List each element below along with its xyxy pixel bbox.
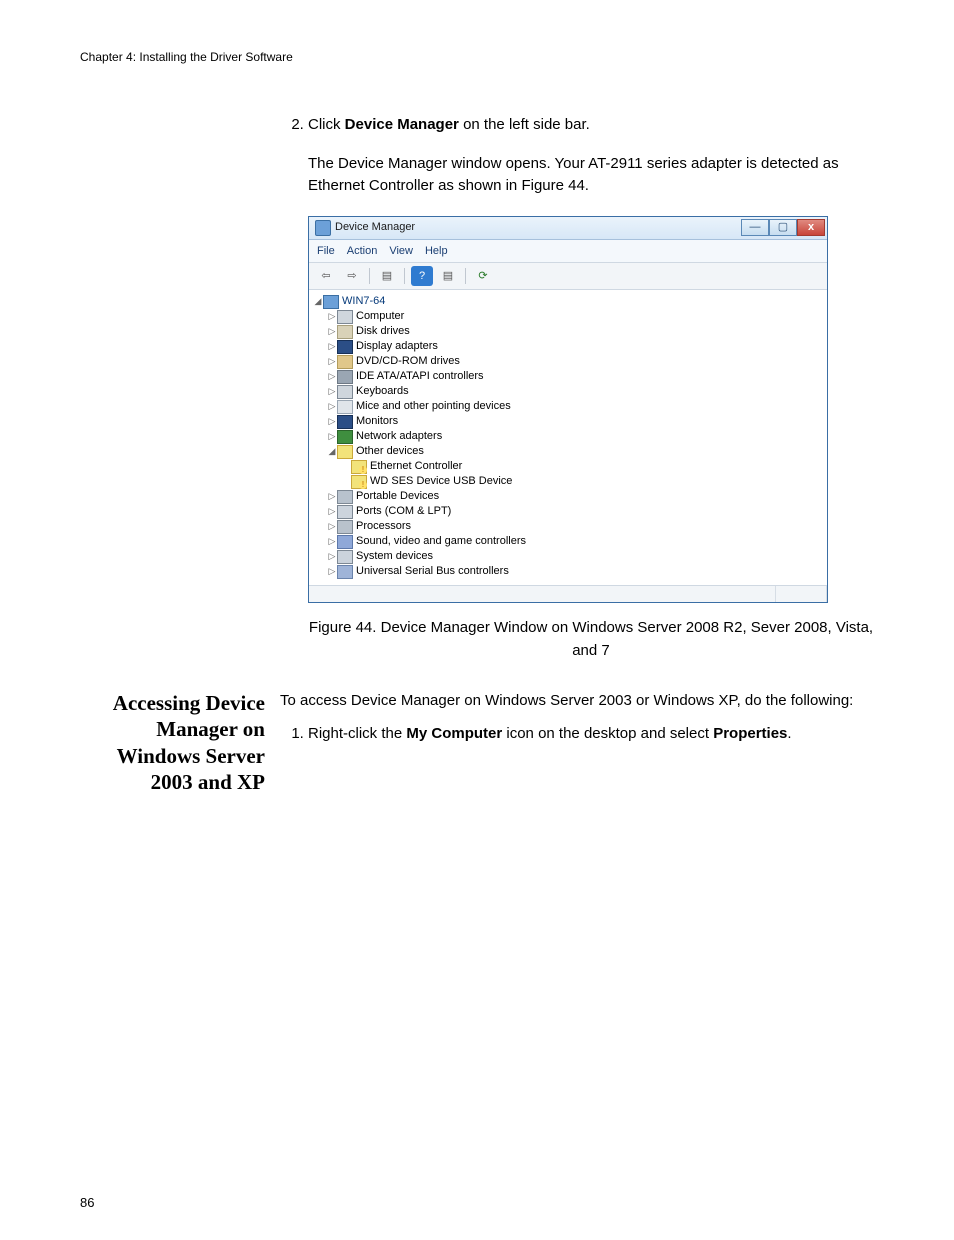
tree-item[interactable]: ▷Ports (COM & LPT) — [313, 504, 823, 519]
device-tree: ◢WIN7-64▷Computer▷Disk drives▷Display ad… — [309, 290, 827, 585]
toolbar-separator — [465, 268, 466, 284]
figure-caption: Figure 44. Device Manager Window on Wind… — [308, 617, 874, 662]
device-icon — [323, 295, 339, 309]
device-icon — [337, 385, 353, 399]
expand-icon[interactable]: ▷ — [327, 355, 337, 369]
expand-icon[interactable]: ▷ — [327, 325, 337, 339]
menu-file[interactable]: File — [317, 243, 335, 260]
device-icon — [337, 310, 353, 324]
tree-item[interactable]: ◢Other devices — [313, 444, 823, 459]
toolbar: ⇦ ⇨ ▤ ? ▤ ⟳ — [309, 263, 827, 290]
view-icon[interactable]: ▤ — [437, 266, 459, 286]
tree-item[interactable]: ▷ Universal Serial Bus controllers — [313, 564, 823, 579]
step2-paragraph: The Device Manager window opens. Your AT… — [308, 153, 874, 198]
expand-icon[interactable]: ▷ — [327, 535, 337, 549]
device-icon — [337, 565, 353, 579]
back-icon[interactable]: ⇦ — [315, 266, 337, 286]
step2-text: Click Device Manager on the left side ba… — [308, 116, 590, 133]
tree-item[interactable]: ▷Disk drives — [313, 324, 823, 339]
tree-item[interactable]: ▷Keyboards — [313, 384, 823, 399]
device-icon — [337, 490, 353, 504]
tree-item[interactable]: Ethernet Controller — [313, 459, 823, 474]
xp-step1-b2: Properties — [713, 725, 787, 742]
minimize-button[interactable]: — — [741, 219, 769, 236]
device-icon — [351, 475, 367, 489]
tree-item[interactable]: ▷Monitors — [313, 414, 823, 429]
device-icon — [337, 505, 353, 519]
close-button[interactable]: x — [797, 219, 825, 236]
expand-icon[interactable]: ▷ — [327, 505, 337, 519]
device-icon — [337, 415, 353, 429]
tree-item[interactable]: ▷Mice and other pointing devices — [313, 399, 823, 414]
menu-view[interactable]: View — [389, 243, 413, 260]
expand-icon[interactable]: ▷ — [327, 520, 337, 534]
tree-item-label: Universal Serial Bus controllers — [356, 563, 509, 580]
expand-icon[interactable]: ▷ — [327, 430, 337, 444]
xp-step1-t2: icon on the desktop and select — [502, 725, 713, 742]
status-bar — [309, 585, 827, 602]
step2-prefix: Click — [308, 116, 345, 133]
expand-icon[interactable]: ▷ — [327, 490, 337, 504]
tree-item[interactable]: ▷Computer — [313, 309, 823, 324]
device-icon — [337, 400, 353, 414]
tree-item[interactable]: ▷Network adapters — [313, 429, 823, 444]
window-icon — [315, 220, 331, 236]
tree-item[interactable]: ▷IDE ATA/ATAPI controllers — [313, 369, 823, 384]
device-icon — [337, 355, 353, 369]
section-intro: To access Device Manager on Windows Serv… — [280, 690, 874, 713]
expand-icon[interactable]: ▷ — [327, 310, 337, 324]
device-icon — [337, 520, 353, 534]
menu-action[interactable]: Action — [347, 243, 378, 260]
device-icon — [337, 445, 353, 459]
device-icon — [337, 325, 353, 339]
tree-item[interactable]: WD SES Device USB Device — [313, 474, 823, 489]
device-icon — [337, 340, 353, 354]
scan-icon[interactable]: ⟳ — [472, 266, 494, 286]
expand-icon[interactable]: ▷ — [327, 400, 337, 414]
device-manager-window: Device Manager — ▢ x File Action View He… — [308, 216, 828, 604]
step2-suffix: on the left side bar. — [459, 116, 590, 133]
tree-item[interactable]: ▷DVD/CD-ROM drives — [313, 354, 823, 369]
maximize-button[interactable]: ▢ — [769, 219, 797, 236]
expand-icon[interactable]: ▷ — [327, 340, 337, 354]
help-icon[interactable]: ? — [411, 266, 433, 286]
page-number: 86 — [80, 1195, 94, 1210]
window-titlebar[interactable]: Device Manager — ▢ x — [309, 217, 827, 240]
expand-icon[interactable]: ▷ — [327, 550, 337, 564]
section-heading: Accessing Device Manager on Windows Serv… — [80, 690, 265, 795]
step-2: Click Device Manager on the left side ba… — [308, 114, 874, 662]
properties-icon[interactable]: ▤ — [376, 266, 398, 286]
xp-step-1: Right-click the My Computer icon on the … — [308, 723, 874, 746]
tree-item[interactable]: ◢WIN7-64 — [313, 294, 823, 309]
xp-step1-b1: My Computer — [406, 725, 502, 742]
toolbar-separator — [369, 268, 370, 284]
expand-icon[interactable]: ▷ — [327, 415, 337, 429]
menu-help[interactable]: Help — [425, 243, 448, 260]
device-icon — [351, 460, 367, 474]
device-icon — [337, 535, 353, 549]
chapter-header: Chapter 4: Installing the Driver Softwar… — [80, 50, 874, 64]
expand-icon[interactable]: ◢ — [327, 445, 337, 459]
tree-item[interactable]: ▷Processors — [313, 519, 823, 534]
device-icon — [337, 370, 353, 384]
expand-icon[interactable]: ◢ — [313, 295, 323, 309]
expand-icon[interactable]: ▷ — [327, 370, 337, 384]
expand-icon[interactable]: ▷ — [327, 385, 337, 399]
step2-bold: Device Manager — [345, 116, 459, 133]
expand-icon[interactable]: ▷ — [327, 565, 337, 579]
xp-step1-t1: Right-click the — [308, 725, 406, 742]
xp-step1-t3: . — [787, 725, 791, 742]
tree-item[interactable]: ▷Sound, video and game controllers — [313, 534, 823, 549]
window-title: Device Manager — [335, 219, 741, 236]
device-icon — [337, 550, 353, 564]
tree-item[interactable]: ▷System devices — [313, 549, 823, 564]
tree-item[interactable]: ▷Display adapters — [313, 339, 823, 354]
device-icon — [337, 430, 353, 444]
menu-bar: File Action View Help — [309, 240, 827, 264]
toolbar-separator — [404, 268, 405, 284]
tree-item[interactable]: ▷Portable Devices — [313, 489, 823, 504]
forward-icon[interactable]: ⇨ — [341, 266, 363, 286]
